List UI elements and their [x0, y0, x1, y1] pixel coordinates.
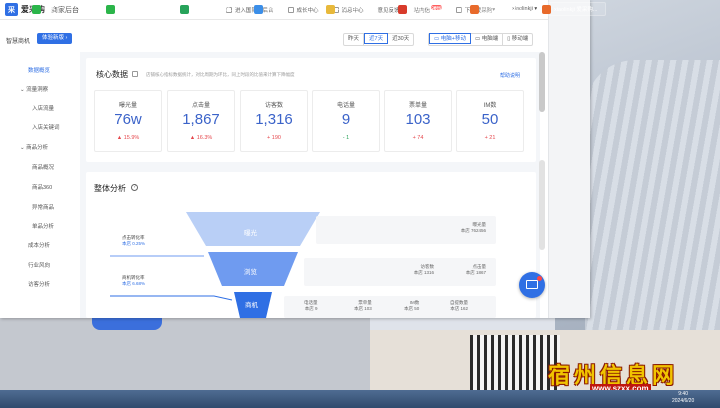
metric-card-im[interactable]: IM数 50 + 21 [456, 90, 524, 152]
taskbar-item-browser[interactable]: 不锈钢水管安装... [176, 2, 246, 16]
metric-change: + 190 [267, 135, 281, 141]
metric-label: 点击量 [191, 103, 210, 109]
try-new-version-button[interactable]: 体验新版 › [37, 33, 73, 44]
wechat-icon [106, 4, 115, 14]
tab-pc-mobile[interactable]: ▭ 电脑+移动 [429, 33, 471, 44]
funnel-label-exposure: 曝光 [244, 230, 257, 237]
sub-header: 智慧商机 体验新版 › 昨天 近7天 近30天 ▭ 电脑+移动 ▭ 电脑端 ▯ … [0, 28, 548, 50]
sidebar-item-single-product[interactable]: 单品分析 [32, 222, 54, 230]
sidebar-item-cost-analysis[interactable]: 成本分析 [28, 241, 50, 249]
folder-icon [326, 4, 335, 14]
metric-label: 票单量 [408, 103, 427, 109]
sidebar-item-product-overview[interactable]: 商品概况 [32, 163, 54, 171]
help-link[interactable]: 帮助说明 [500, 72, 520, 79]
funnel-label-opportunity: 商机 [245, 302, 258, 309]
exposure-info-box: 曝光量 本店 762456 [316, 216, 496, 244]
info-cell: 访客数 本店 1316 [413, 264, 434, 275]
sidebar: 数据概览 ⌄ 流量洞察 入店流量 入店关键词 ⌄ 商品分析 商品概况 商品360… [6, 58, 74, 313]
scrollbar-thumb[interactable] [539, 52, 545, 112]
sidebar-item-store-traffic[interactable]: 入店流量 [32, 104, 54, 112]
metric-value: 1,867 [182, 111, 220, 128]
info-cell: 曝光量 本店 762456 [460, 222, 486, 233]
help-icon[interactable]: ? [131, 184, 138, 191]
system-icon [254, 4, 263, 14]
tab-last-30-days[interactable]: 近30天 [388, 34, 413, 45]
tab-pc[interactable]: ▭ 电脑端 [471, 34, 504, 45]
wechat-icon [32, 4, 41, 14]
info-cell: IM数 本店 50 [404, 300, 420, 311]
background-window-card [92, 318, 162, 330]
metric-label: 曝光量 [118, 103, 137, 109]
metric-change: - 1 [342, 135, 350, 141]
taskbar [0, 390, 720, 408]
metric-label: IM数 [483, 103, 497, 109]
info-cell: 自提数量 本店 162 [450, 300, 468, 311]
metric-label: 访客数 [264, 103, 283, 109]
info-cell: 电话量 本店 9 [304, 300, 318, 311]
overall-analysis-title: 整体分析 [94, 184, 126, 193]
info-cell: 票单量 本店 103 [354, 300, 372, 311]
core-data-title: 核心数据 [96, 70, 128, 79]
sidebar-item-industry-trend[interactable]: 行业风向 [28, 261, 50, 269]
taskbar-item-ops[interactable]: 运营端-应用中心 [466, 2, 534, 16]
taskbar-item-app[interactable]: [正在] 不锈钢水... [394, 2, 462, 16]
export-icon[interactable] [132, 71, 138, 77]
logo-mark: 采 [5, 3, 18, 16]
metric-change: ▲ 16.3% [189, 135, 213, 141]
browse-info-box: 访客数 本店 1316 点击量 本店 1867 [304, 258, 496, 286]
sidebar-item-visitor-analysis[interactable]: 访客分析 [28, 280, 50, 288]
taskbar-item-system[interactable]: 系统资源 [250, 2, 318, 16]
tab-mobile[interactable]: ▯ 移动端 [503, 34, 532, 45]
app-icon [542, 4, 551, 14]
metric-label: 电话量 [336, 103, 355, 109]
taskbar-item-wechat[interactable]: 微信 [28, 2, 72, 16]
metric-value: 9 [341, 111, 351, 128]
message-float-button[interactable] [519, 272, 545, 298]
metric-change: + 21 [484, 135, 496, 141]
browser-icon [180, 4, 189, 14]
taskbar-item-wechat-2[interactable]: 微信 [102, 2, 146, 16]
taskbar-item-aicaigou[interactable]: xiaolinkji 爱采购... [538, 2, 606, 16]
background-window-edge [0, 318, 370, 390]
sidebar-item-product-analysis[interactable]: ⌄ 商品分析 [20, 143, 48, 151]
breadcrumb: 智慧商机 [6, 39, 31, 45]
metric-value: 103 [405, 111, 431, 128]
window-side-strip [548, 0, 590, 318]
app-icon [470, 4, 479, 14]
mail-icon [526, 280, 538, 289]
connector-line [110, 295, 233, 301]
sidebar-item-traffic[interactable]: ⌄ 流量洞察 [20, 85, 48, 93]
metric-change: ▲ 15.9% [116, 135, 140, 141]
opportunity-info-box: 电话量 本店 9 票单量 本店 103 IM数 本店 50 自提数量 本店 162 [284, 296, 496, 318]
device-tabs: ▭ 电脑+移动 ▭ 电脑端 ▯ 移动端 [428, 33, 534, 46]
info-cell: 点击量 本店 1867 [465, 264, 486, 275]
sidebar-item-product-360[interactable]: 商品360 [32, 183, 52, 191]
metric-card-tickets[interactable]: 票单量 103 + 74 [384, 90, 452, 152]
tab-yesterday[interactable]: 昨天 [344, 34, 365, 45]
sidebar-item-overview[interactable]: 数据概览 [28, 66, 50, 74]
taskbar-clock[interactable]: 9:40 2024/6/20 [672, 391, 694, 405]
app-icon [398, 4, 407, 14]
sidebar-item-abnormal-product[interactable]: 异常商品 [32, 203, 54, 211]
metric-card-clicks[interactable]: 点击量 1,867 ▲ 16.3% [167, 90, 235, 152]
metric-card-visitors[interactable]: 访客数 1,316 + 190 [240, 90, 308, 152]
scrollbar-track[interactable] [539, 160, 545, 250]
metric-value: 1,316 [255, 111, 293, 128]
taskbar-item-folder[interactable]: 2024-06 [322, 2, 390, 16]
notification-dot [537, 276, 542, 281]
metric-card-exposure[interactable]: 曝光量 76w ▲ 15.9% [94, 90, 162, 152]
metric-card-calls[interactable]: 电话量 9 - 1 [312, 90, 380, 152]
sidebar-item-store-keywords[interactable]: 入店关键词 [32, 123, 60, 131]
funnel-label-browse: 浏览 [244, 269, 257, 276]
click-conversion-note: 点击转化率 本店 0.25% [122, 235, 146, 246]
opportunity-conversion-note: 商机转化率 本店 6.68% [122, 275, 146, 286]
metric-value: 50 [481, 111, 499, 128]
background-photo-stripes [470, 335, 560, 390]
metric-value: 76w [114, 111, 142, 128]
core-data-note: 店铺核心指标数据统计，对比周期为环比，同上时段的比值来计算下降幅度 [146, 72, 295, 77]
date-range-tabs: 昨天 近7天 近30天 [343, 33, 415, 46]
metric-change: + 74 [412, 135, 424, 141]
tab-last-7-days[interactable]: 近7天 [364, 33, 389, 44]
